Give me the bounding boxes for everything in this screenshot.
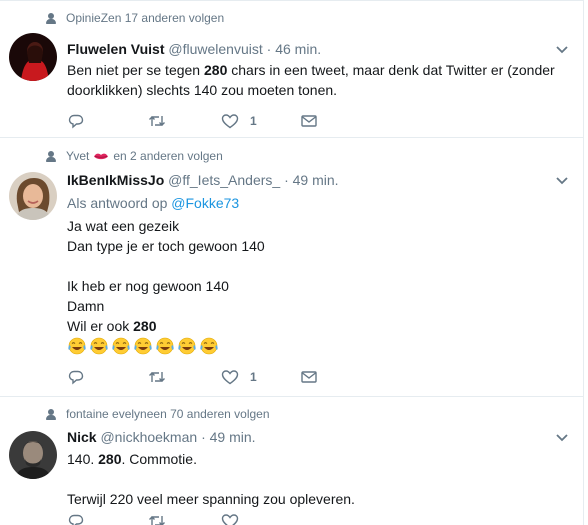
avatar[interactable] <box>9 33 57 81</box>
tweet-header: Fluwelen Vuist @fluwelenvuist · 46 min. <box>67 41 321 57</box>
tweet-text: Ben niet per se tegen 280 chars in een t… <box>67 60 555 100</box>
reply-button[interactable] <box>68 369 148 385</box>
tweet[interactable]: OpinieZ en 17 anderen volgen Fluwelen Vu… <box>0 1 583 138</box>
action-bar: 1 <box>68 111 317 131</box>
timestamp[interactable]: 46 min. <box>275 41 321 57</box>
context-prefix[interactable]: OpinieZ <box>66 11 108 25</box>
like-count: 1 <box>250 114 257 128</box>
tears-of-joy-emoji-icon <box>200 337 218 355</box>
retweet-button[interactable] <box>148 113 221 129</box>
like-button[interactable] <box>221 513 301 525</box>
display-name[interactable]: Fluwelen Vuist <box>67 41 165 57</box>
retweet-button[interactable] <box>148 369 221 385</box>
reply-prefix: Als antwoord op <box>67 195 172 211</box>
chevron-down-icon[interactable] <box>555 433 569 443</box>
heart-icon <box>221 514 239 525</box>
reply-icon <box>68 114 84 129</box>
dm-button[interactable] <box>301 370 317 384</box>
person-icon <box>46 150 56 162</box>
kiss-mark-icon <box>94 153 109 159</box>
avatar[interactable] <box>9 172 57 220</box>
chevron-down-icon[interactable] <box>555 45 569 55</box>
heart-icon <box>221 114 239 129</box>
tweet-text-part: 140. <box>67 451 99 467</box>
context-prefix[interactable]: fontaine evelyne <box>66 407 153 421</box>
like-button[interactable]: 1 <box>221 369 301 385</box>
emoji-row <box>67 337 219 355</box>
tears-of-joy-emoji-icon <box>68 337 86 355</box>
chevron-down-icon[interactable] <box>555 176 569 186</box>
action-bar <box>68 511 301 525</box>
display-name[interactable]: Nick <box>67 429 97 445</box>
heart-icon <box>221 370 239 385</box>
action-bar: 1 <box>68 367 317 387</box>
tweet-text: 140. 280. Commotie. Terwijl 220 veel mee… <box>67 449 355 509</box>
user-handle[interactable]: @nickhoekman <box>100 429 197 445</box>
like-button[interactable]: 1 <box>221 113 301 129</box>
tweet[interactable]: Yvet en 2 anderen volgen IkBenIkMissJo @… <box>0 138 583 397</box>
tweet-text-bold: 280 <box>204 62 228 78</box>
envelope-icon <box>301 371 317 383</box>
reply-button[interactable] <box>68 113 148 129</box>
envelope-icon <box>301 115 317 127</box>
reply-button[interactable] <box>68 513 148 525</box>
retweet-button[interactable] <box>148 513 221 525</box>
display-name[interactable]: IkBenIkMissJo <box>67 172 164 188</box>
tweet-text-bold: 280 <box>98 451 122 467</box>
reply-icon <box>68 514 84 525</box>
follow-context: OpinieZ en 17 anderen volgen <box>46 11 224 25</box>
like-count: 1 <box>250 370 257 384</box>
avatar[interactable] <box>9 431 57 479</box>
reply-icon <box>68 370 84 385</box>
tweet-text-part: Ja wat een gezeik Dan type je er toch ge… <box>67 218 265 334</box>
user-handle[interactable]: @ff_Iets_Anders_ <box>168 172 280 188</box>
timeline: OpinieZ en 17 anderen volgen Fluwelen Vu… <box>0 0 584 525</box>
timestamp[interactable]: 49 min. <box>293 172 339 188</box>
retweet-icon <box>149 516 165 525</box>
dm-button[interactable] <box>301 114 317 128</box>
tweet-text: Ja wat een gezeik Dan type je er toch ge… <box>67 216 265 336</box>
tweet[interactable]: fontaine evelyne en 70 anderen volgen Ni… <box>0 397 583 525</box>
tears-of-joy-emoji-icon <box>112 337 130 355</box>
separator: · <box>201 429 206 445</box>
context-suffix: en 70 anderen volgen <box>153 407 270 421</box>
retweet-icon <box>149 116 165 126</box>
tears-of-joy-emoji-icon <box>90 337 108 355</box>
user-handle[interactable]: @fluwelenvuist <box>168 41 262 57</box>
tweet-header: Nick @nickhoekman · 49 min. <box>67 429 256 445</box>
separator: · <box>266 41 272 57</box>
tweet-text-bold: 280 <box>133 318 157 334</box>
tweet-text-part: Ben niet per se tegen <box>67 62 204 78</box>
tears-of-joy-emoji-icon <box>178 337 196 355</box>
follow-context: Yvet en 2 anderen volgen <box>46 149 223 163</box>
context-suffix: en 2 anderen volgen <box>113 149 223 163</box>
retweet-icon <box>149 372 165 382</box>
tears-of-joy-emoji-icon <box>156 337 174 355</box>
timestamp[interactable]: 49 min. <box>210 429 256 445</box>
tears-of-joy-emoji-icon <box>134 337 152 355</box>
context-suffix: en 17 anderen volgen <box>108 11 225 25</box>
separator: · <box>284 172 289 188</box>
follow-context: fontaine evelyne en 70 anderen volgen <box>46 407 270 421</box>
tweet-header: IkBenIkMissJo @ff_Iets_Anders_ · 49 min. <box>67 172 339 188</box>
reply-to-handle[interactable]: @Fokke73 <box>171 195 239 211</box>
person-icon <box>46 408 56 420</box>
reply-context: Als antwoord op @Fokke73 <box>67 195 239 211</box>
context-prefix[interactable]: Yvet <box>66 149 89 163</box>
person-icon <box>46 12 56 24</box>
